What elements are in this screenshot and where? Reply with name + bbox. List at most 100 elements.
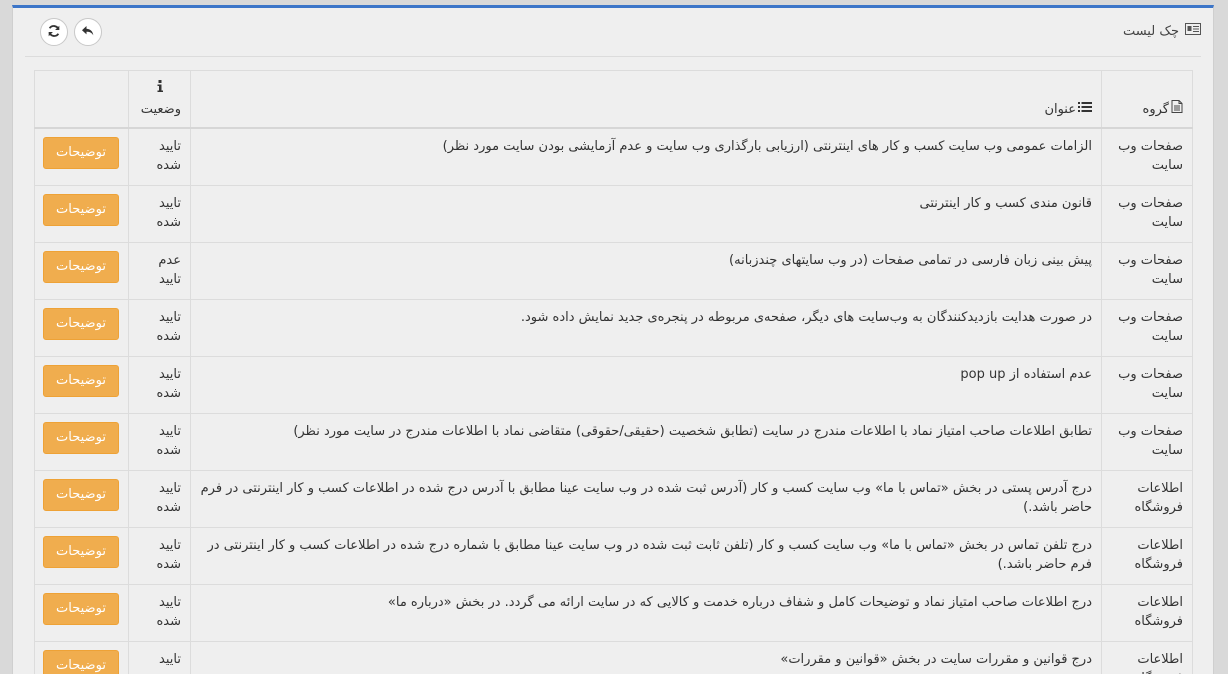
row-title: عدم استفاده از pop up (960, 367, 1092, 382)
row-group: صفحات وب سایت (1118, 196, 1183, 230)
panel-title-text: چک لیست (1122, 23, 1179, 39)
row-group: اطلاعات فروشگاه (1134, 652, 1183, 674)
row-action-cell: توضیحات (34, 356, 129, 414)
row-group: صفحات وب سایت (1118, 310, 1183, 344)
row-title-cell: درج قوانین و مقررات سایت در بخش «قوانین … (190, 641, 1102, 674)
row-title: درج قوانین و مقررات سایت در بخش «قوانین … (780, 652, 1092, 667)
panel-title: چک لیست (1123, 23, 1201, 39)
table-row: صفحات وب سایت قانون مندی کسب و کار اینتر… (34, 185, 1193, 243)
description-button[interactable]: توضیحات (43, 650, 119, 674)
id-card-icon (1185, 23, 1201, 39)
row-group: اطلاعات فروشگاه (1134, 595, 1183, 629)
row-title-cell: در صورت هدایت بازدیدکنندگان به وب‌سایت ه… (190, 299, 1102, 357)
row-action-cell: توضیحات (34, 641, 129, 674)
row-action-cell: توضیحات (34, 242, 129, 300)
description-button[interactable]: توضیحات (43, 479, 119, 511)
header-buttons (40, 18, 102, 46)
row-group-cell: اطلاعات فروشگاه (1101, 527, 1193, 585)
description-button[interactable]: توضیحات (43, 137, 119, 169)
row-title: درج آدرس پستی در بخش «تماس با ما» وب سای… (200, 481, 1092, 515)
row-group: صفحات وب سایت (1118, 139, 1183, 173)
row-status: تایید شده (156, 310, 181, 344)
row-status: تایید شده (156, 367, 181, 401)
row-action-cell: توضیحات (34, 185, 129, 243)
table-row: اطلاعات فروشگاه درج اطلاعات صاحب امتیاز … (34, 584, 1193, 642)
description-button[interactable]: توضیحات (43, 536, 119, 568)
row-title: درج تلفن تماس در بخش «تماس با ما» وب سای… (207, 538, 1093, 572)
table-row: اطلاعات فروشگاه درج آدرس پستی در بخش «تم… (34, 470, 1193, 528)
row-group-cell: صفحات وب سایت (1101, 242, 1193, 300)
description-button[interactable]: توضیحات (43, 251, 119, 283)
row-status-cell: تایید شده (128, 641, 191, 674)
column-header-status-label: وضعیت (140, 102, 181, 117)
checklist-table: گروه عنوان وضعیت صفحات وب سایت الزامات ع… (34, 70, 1193, 674)
row-group-cell: صفحات وب سایت (1101, 185, 1193, 243)
row-group-cell: صفحات وب سایت (1101, 299, 1193, 357)
row-status-cell: تایید شده (128, 185, 191, 243)
row-title-cell: قانون مندی کسب و کار اینترنتی (190, 185, 1102, 243)
row-group-cell: اطلاعات فروشگاه (1101, 641, 1193, 674)
row-group-cell: اطلاعات فروشگاه (1101, 470, 1193, 528)
column-header-title[interactable]: عنوان (190, 70, 1102, 129)
row-action-cell: توضیحات (34, 527, 129, 585)
row-status-cell: تایید شده (128, 127, 191, 186)
row-title-cell: درج اطلاعات صاحب امتیاز نماد و توضیحات ک… (190, 584, 1102, 642)
row-status: تایید شده (156, 139, 181, 173)
row-status-cell: عدم تایید (128, 242, 191, 300)
row-action-cell: توضیحات (34, 413, 129, 471)
back-button[interactable] (74, 18, 102, 46)
column-header-status[interactable]: وضعیت (128, 70, 191, 129)
file-text-icon (1171, 100, 1183, 119)
row-status: تایید شده (156, 424, 181, 458)
row-title: درج اطلاعات صاحب امتیاز نماد و توضیحات ک… (387, 595, 1092, 610)
table-row: صفحات وب سایت پیش بینی زبان فارسی در تما… (34, 242, 1193, 300)
row-status: تایید شده (156, 196, 181, 230)
row-status-cell: تایید شده (128, 299, 191, 357)
table-row: صفحات وب سایت عدم استفاده از pop up تایی… (34, 356, 1193, 414)
description-button[interactable]: توضیحات (43, 593, 119, 625)
description-button[interactable]: توضیحات (43, 308, 119, 340)
column-header-group-label: گروه (1142, 102, 1169, 117)
row-group: صفحات وب سایت (1118, 424, 1183, 458)
row-status-cell: تایید شده (128, 413, 191, 471)
row-status: تایید شده (156, 595, 181, 629)
row-title: الزامات عمومی وب سایت کسب و کار های اینت… (442, 139, 1092, 154)
row-group: اطلاعات فروشگاه (1134, 538, 1183, 572)
row-action-cell: توضیحات (34, 584, 129, 642)
row-status-cell: تایید شده (128, 527, 191, 585)
row-group: اطلاعات فروشگاه (1134, 481, 1183, 515)
row-status-cell: تایید شده (128, 356, 191, 414)
table-row: اطلاعات فروشگاه درج قوانین و مقررات سایت… (34, 641, 1193, 674)
row-status: تایید شده (156, 481, 181, 515)
row-title: تطابق اطلاعات صاحب امتیاز نماد با اطلاعا… (293, 424, 1092, 439)
description-button[interactable]: توضیحات (43, 194, 119, 226)
description-button[interactable]: توضیحات (43, 365, 119, 397)
column-header-group[interactable]: گروه (1101, 70, 1193, 129)
row-title-cell: عدم استفاده از pop up (190, 356, 1102, 414)
refresh-button[interactable] (40, 18, 68, 46)
row-action-cell: توضیحات (34, 299, 129, 357)
column-header-action (34, 70, 129, 129)
row-title-cell: الزامات عمومی وب سایت کسب و کار های اینت… (190, 127, 1102, 186)
row-group-cell: اطلاعات فروشگاه (1101, 584, 1193, 642)
row-status: عدم تایید (158, 253, 181, 287)
row-group-cell: صفحات وب سایت (1101, 127, 1193, 186)
row-title: قانون مندی کسب و کار اینترنتی (919, 196, 1093, 211)
refresh-icon (47, 23, 61, 42)
panel-header: چک لیست (25, 8, 1201, 57)
row-status-cell: تایید شده (128, 470, 191, 528)
column-header-title-label: عنوان (1044, 102, 1076, 117)
row-status: تایید شده (156, 538, 181, 572)
row-group-cell: صفحات وب سایت (1101, 413, 1193, 471)
description-button[interactable]: توضیحات (43, 422, 119, 454)
row-action-cell: توضیحات (34, 470, 129, 528)
row-title-cell: پیش بینی زبان فارسی در تمامی صفحات (در و… (190, 242, 1102, 300)
row-group: صفحات وب سایت (1118, 367, 1183, 401)
row-action-cell: توضیحات (34, 127, 129, 186)
table-row: صفحات وب سایت در صورت هدایت بازدیدکنندگا… (34, 299, 1193, 357)
row-status-cell: تایید شده (128, 584, 191, 642)
info-icon (157, 79, 163, 98)
row-status: تایید شده (156, 652, 181, 674)
row-title-cell: درج آدرس پستی در بخش «تماس با ما» وب سای… (190, 470, 1102, 528)
table-row: صفحات وب سایت تطابق اطلاعات صاحب امتیاز … (34, 413, 1193, 471)
